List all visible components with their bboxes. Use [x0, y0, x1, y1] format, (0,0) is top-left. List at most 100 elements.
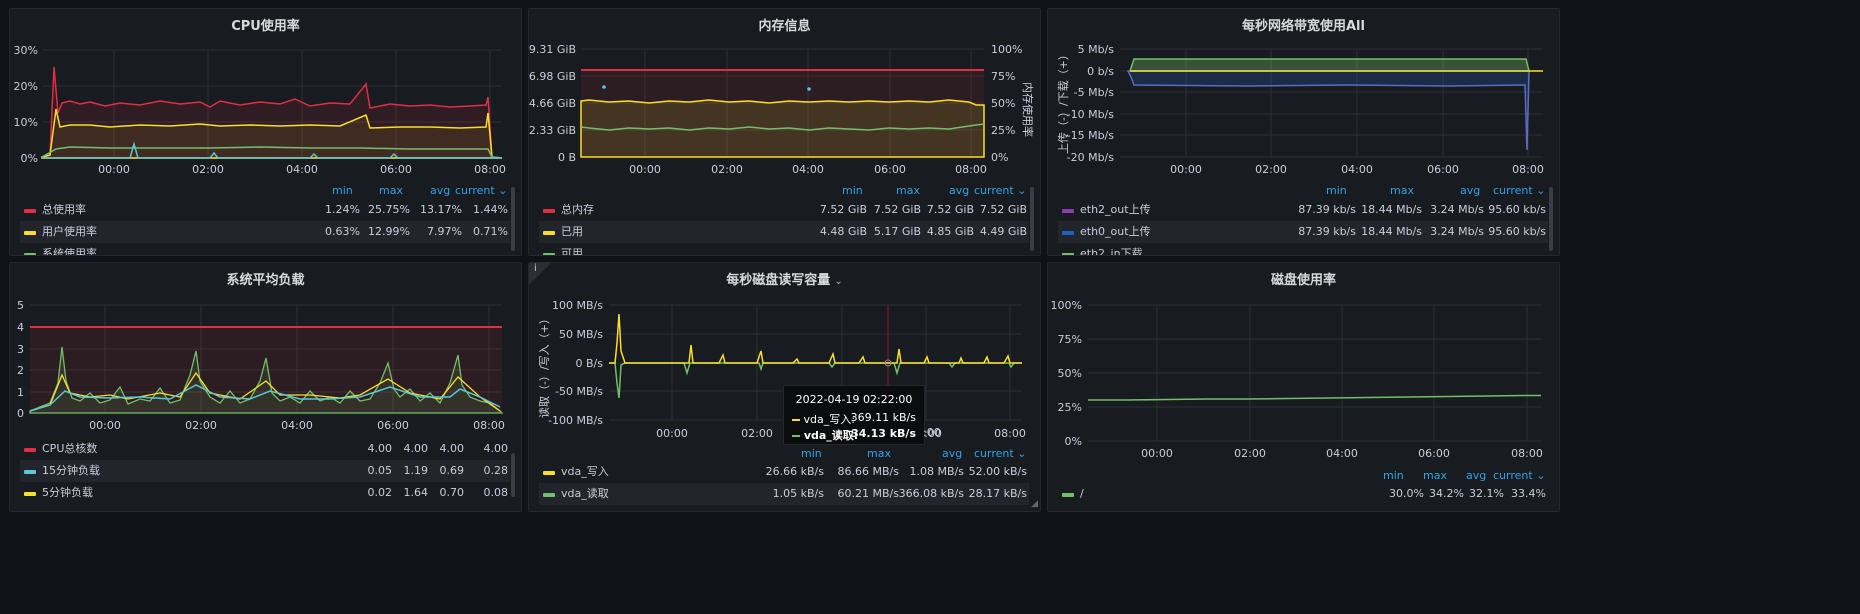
y-tick: 0 B: [558, 151, 576, 164]
legend-header-min[interactable]: min: [801, 447, 822, 460]
legend-row[interactable]: eth0_out上传 87.39 kb/s 18.44 Mb/s 3.24 Mb…: [1058, 221, 1548, 243]
legend-row[interactable]: 系统使用率: [20, 243, 510, 255]
legend-min: 7.52 GiB: [819, 203, 867, 216]
network-panel[interactable]: 每秒网络带宽使用All 5 Mb/s 0 b/s -5 Mb/s -10 Mb/…: [1047, 8, 1560, 256]
x-tick: 02:00: [1234, 447, 1266, 460]
legend-header-max[interactable]: max: [1423, 469, 1447, 482]
legend-swatch: [24, 253, 36, 255]
legend-row[interactable]: eth2_out上传 87.39 kb/s 18.44 Mb/s 3.24 Mb…: [1058, 199, 1548, 221]
legend-row[interactable]: 用户使用率 0.63% 12.99% 7.97% 0.71%: [20, 221, 510, 243]
disk-io-panel[interactable]: i 每秒磁盘读写容量 ⌄ 100 MB/s 50 MB/s 0 B/s -50 M…: [528, 262, 1041, 512]
legend-row[interactable]: 已用 4.48 GiB 5.17 GiB 4.85 GiB 4.49 GiB: [539, 221, 1029, 243]
y-tick: 50 MB/s: [559, 328, 603, 341]
y-tick: 10%: [14, 116, 38, 129]
legend-current: 4.49 GiB: [979, 225, 1027, 238]
legend-header-min[interactable]: min: [332, 184, 353, 197]
tooltip-series-value: 34.13 kB/s: [851, 427, 916, 440]
legend-row[interactable]: 总使用率 1.24% 25.75% 13.17% 1.44%: [20, 199, 510, 221]
legend-header-avg[interactable]: avg: [949, 184, 969, 197]
legend-scrollbar[interactable]: [1030, 187, 1034, 251]
legend-name: 5分钟负载: [42, 486, 93, 499]
y-tick: 2.33 GiB: [529, 124, 576, 137]
legend-row[interactable]: CPU总核数 4.00 4.00 4.00 4.00: [20, 438, 510, 460]
y-tick: 0 b/s: [1087, 65, 1114, 78]
y-tick: 100%: [1051, 299, 1082, 312]
legend-header-current[interactable]: current ⌄: [1493, 469, 1545, 482]
legend-row[interactable]: 5分钟负载 0.02 1.64 0.70 0.08: [20, 482, 510, 504]
legend-row[interactable]: / 30.0% 34.2% 32.1% 33.4%: [1058, 483, 1548, 505]
legend-min: 26.66 kB/s: [765, 465, 824, 478]
legend-row[interactable]: vda_读取 1.05 kB/s 60.21 MB/s 366.08 kB/s …: [539, 483, 1029, 505]
legend-header-current[interactable]: current ⌄: [1493, 184, 1545, 197]
legend-min: 0.05: [367, 464, 393, 477]
y-tick-right: 100%: [991, 43, 1022, 56]
legend-scrollbar[interactable]: [511, 187, 515, 251]
x-tick: 02:00: [192, 163, 224, 176]
tooltip-swatch: [792, 435, 800, 437]
legend-avg: 3.24 Mb/s: [1430, 225, 1484, 238]
legend-min: 1.24%: [325, 203, 360, 216]
legend-min: 87.39 kb/s: [1298, 225, 1356, 238]
legend-header-min[interactable]: min: [1326, 184, 1347, 197]
y-tick: 6.98 GiB: [529, 70, 576, 83]
legend-header-current[interactable]: current ⌄: [974, 184, 1026, 197]
legend-row[interactable]: 15分钟负载 0.05 1.19 0.69 0.28: [20, 460, 510, 482]
series-area-download: [1128, 58, 1530, 72]
legend-header-avg[interactable]: avg: [1460, 184, 1480, 197]
legend-current: 0.08: [483, 486, 509, 499]
legend-swatch: [543, 471, 555, 475]
legend-header-max[interactable]: max: [867, 447, 891, 460]
legend-current: 33.4%: [1511, 487, 1546, 500]
memory-panel[interactable]: 内存信息 9.31 GiB 6.98 GiB 4.66 GiB 2.33 GiB…: [528, 8, 1041, 256]
y-tick: -100 MB/s: [548, 414, 603, 427]
resize-handle-icon[interactable]: ◢: [1031, 499, 1038, 509]
x-tick: 04:00: [1341, 163, 1373, 176]
legend-scrollbar[interactable]: [511, 453, 515, 497]
load-panel[interactable]: 系统平均负载 5 4 3 2 1 0 00:00 02:00 04:00 06:…: [9, 262, 522, 512]
y-tick: 20%: [14, 80, 38, 93]
legend-header-min[interactable]: min: [842, 184, 863, 197]
chevron-down-icon: ⌄: [1017, 447, 1027, 460]
legend-header-current[interactable]: current ⌄: [974, 447, 1026, 460]
legend-row[interactable]: vda_写入 26.66 kB/s 86.66 MB/s 1.08 MB/s 5…: [539, 461, 1029, 483]
legend-scrollbar[interactable]: [1549, 187, 1553, 251]
x-tick: 04:00: [286, 163, 318, 176]
right-axis-label: 内存使用率: [1021, 82, 1035, 137]
chevron-down-icon: ⌄: [1536, 469, 1546, 482]
legend-avg: 7.52 GiB: [926, 203, 974, 216]
x-tick: 02:00: [1255, 163, 1287, 176]
chevron-down-icon: ⌄: [1017, 184, 1027, 197]
legend-avg: 4.00: [439, 442, 465, 455]
legend-row[interactable]: 总内存 7.52 GiB 7.52 GiB 7.52 GiB 7.52 GiB: [539, 199, 1029, 221]
y-tick: -5 Mb/s: [1074, 86, 1115, 99]
legend-header-current[interactable]: current ⌄: [455, 184, 507, 197]
y-tick: 5: [17, 299, 24, 312]
legend-avg: 4.85 GiB: [926, 225, 974, 238]
legend-header-avg[interactable]: avg: [1466, 469, 1486, 482]
legend-swatch: [543, 209, 555, 213]
disk-usage-panel[interactable]: 磁盘使用率 100% 75% 50% 25% 0% 00:00 02:00 04…: [1047, 262, 1560, 512]
legend-row[interactable]: 可用: [539, 243, 1029, 255]
legend-swatch: [543, 493, 555, 497]
left-axis-label: 上传（-）/下载（+）: [1057, 49, 1070, 154]
y-tick: 2: [17, 364, 24, 377]
y-tick: 1: [17, 386, 24, 399]
legend-header-avg[interactable]: avg: [430, 184, 450, 197]
legend-header-avg[interactable]: avg: [942, 447, 962, 460]
legend-row[interactable]: eth2_in下载: [1058, 243, 1548, 256]
legend-current: 4.00: [483, 442, 509, 455]
y-tick-right: 75%: [991, 70, 1015, 83]
event-marker: [807, 87, 811, 91]
legend-header-min[interactable]: min: [1383, 469, 1404, 482]
legend-swatch: [24, 470, 36, 474]
chevron-down-icon: ⌄: [498, 184, 508, 197]
cpu-panel[interactable]: CPU使用率 30% 20% 10% 0% 00:00 02:00 04:00 …: [9, 8, 522, 256]
legend-min: 0.63%: [325, 225, 360, 238]
legend-header-max[interactable]: max: [896, 184, 920, 197]
legend-name: eth2_in下载: [1080, 247, 1143, 256]
y-tick: 4.66 GiB: [529, 97, 576, 110]
legend-current: 0.28: [483, 464, 509, 477]
legend-header-max[interactable]: max: [1390, 184, 1414, 197]
legend-avg: 0.69: [439, 464, 465, 477]
legend-header-max[interactable]: max: [379, 184, 403, 197]
